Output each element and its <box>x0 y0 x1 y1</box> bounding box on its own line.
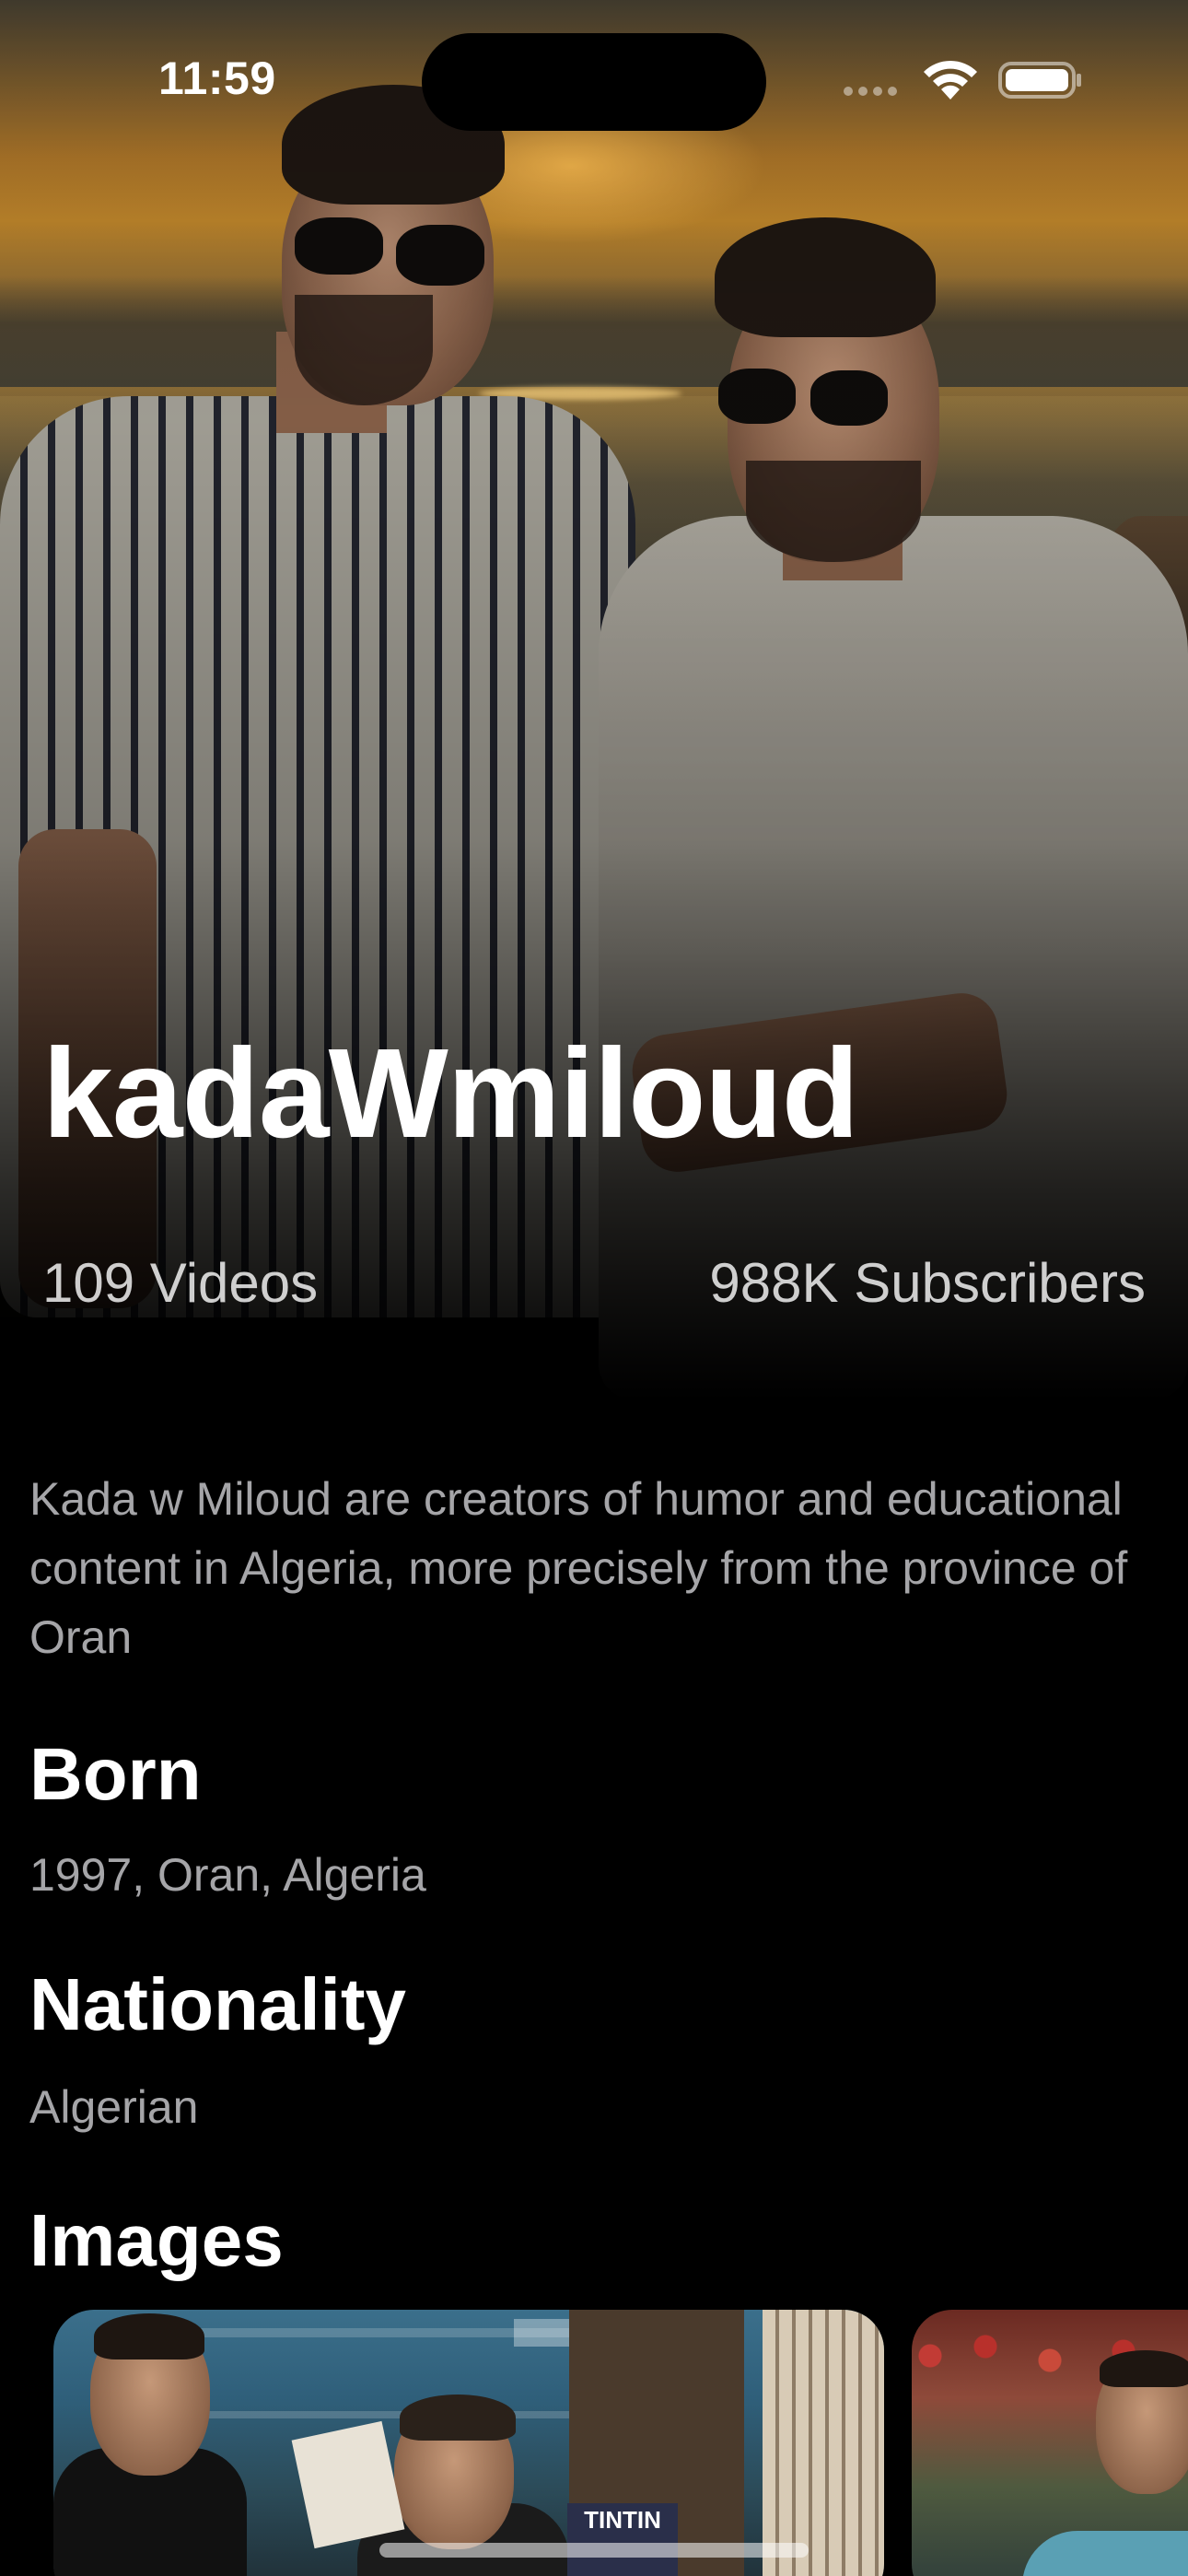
hair <box>94 2313 204 2359</box>
open-book <box>291 2420 405 2549</box>
wifi-icon <box>924 60 977 100</box>
images-heading: Images <box>29 2199 284 2281</box>
cellular-signal-icon <box>844 87 897 96</box>
book-title: TINTIN <box>584 2506 661 2534</box>
hair <box>400 2395 516 2441</box>
status-bar: 11:59 <box>0 0 1188 157</box>
dynamic-island <box>422 33 766 131</box>
hair <box>1100 2350 1188 2387</box>
born-value: 1997, Oran, Algeria <box>29 1849 426 1901</box>
images-carousel[interactable]: TINTIN <box>0 2308 1188 2576</box>
channel-description: Kada w Miloud are creators of humor and … <box>29 1473 1128 1663</box>
person-body <box>1022 2531 1188 2576</box>
channel-name: kadaWmiloud <box>42 1023 859 1165</box>
battery-icon <box>998 62 1081 99</box>
hero-gradient-overlay <box>0 0 1188 1400</box>
tintin-book: TINTIN <box>567 2503 678 2576</box>
nationality-value: Algerian <box>29 2081 199 2133</box>
image-card[interactable] <box>912 2310 1188 2576</box>
subscribers-count: 988K Subscribers <box>709 1252 1146 1314</box>
bookshelf <box>763 2310 884 2576</box>
status-time: 11:59 <box>158 53 276 104</box>
born-heading: Born <box>29 1733 202 1815</box>
image-card[interactable]: TINTIN <box>53 2310 884 2576</box>
home-indicator[interactable] <box>379 2543 809 2558</box>
hero-photo <box>0 0 1188 1400</box>
nationality-heading: Nationality <box>29 1963 406 2045</box>
videos-count: 109 Videos <box>42 1252 319 1314</box>
